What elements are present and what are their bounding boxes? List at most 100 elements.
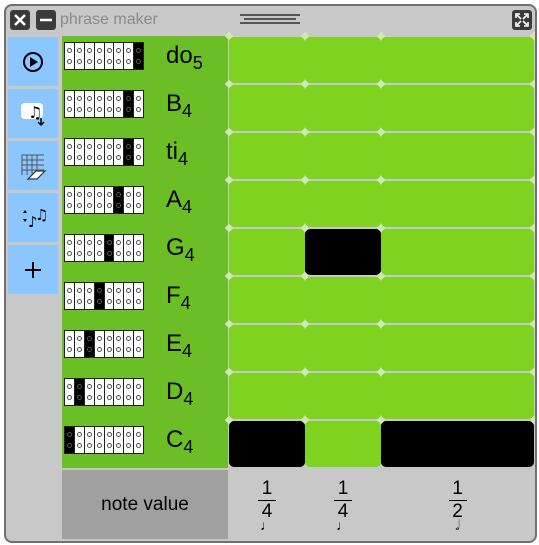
pitch-name: D4 [166,378,193,410]
pitch-row: ti4 [62,127,535,180]
piano-key [134,235,143,261]
grid-cell[interactable] [305,133,381,179]
piano-key [65,283,75,309]
drag-handle-icon[interactable] [240,14,300,24]
pitch-label[interactable]: C4 [62,420,228,468]
grid-cell[interactable] [229,373,305,419]
piano-key [105,139,115,165]
pitch-label[interactable]: do5 [62,36,228,84]
pitch-row: D4 [62,367,535,420]
piano-key [95,379,105,405]
piano-key [104,235,115,261]
piano-key [65,331,75,357]
note-value-label: note value [62,470,228,539]
piano-key [124,91,135,117]
piano-key [124,379,135,405]
grid-cell[interactable] [381,229,534,275]
pitch-octave: 4 [182,101,193,121]
grid-cell[interactable] [229,37,305,83]
grid-cell[interactable] [229,133,305,179]
piano-key [65,139,75,165]
note-value-cell[interactable]: 1 2 𝅗𝅥 [381,470,534,539]
pitch-label[interactable]: A4 [62,180,228,228]
piano-keyboard-icon [64,282,144,310]
grid-cell[interactable] [305,421,381,467]
play-button[interactable] [8,37,58,86]
grid-cell[interactable] [229,181,305,227]
grid-cell[interactable] [305,277,381,323]
pitch-label[interactable]: E4 [62,324,228,372]
piano-key [85,43,95,69]
grid-cell[interactable] [381,85,534,131]
pitch-name: A4 [166,186,192,218]
pitch-label[interactable]: ti4 [62,132,228,180]
sort-button[interactable]: ♪ ♫ [8,193,58,242]
quarter-note-icon: ♩ [260,517,274,533]
grid-cell[interactable] [381,37,534,83]
grid-cell[interactable] [381,373,534,419]
add-button[interactable] [8,245,58,294]
svg-text:♫: ♫ [28,103,42,122]
grid-cell[interactable] [305,37,381,83]
grid-cell[interactable] [381,277,534,323]
pitch-letter: G [166,234,185,261]
piano-key [105,427,115,453]
piano-keyboard-icon [64,234,144,262]
grid-cell[interactable] [381,325,534,371]
grid-cell[interactable] [305,85,381,131]
title-bar[interactable]: phrase maker [6,6,535,35]
grid-cell[interactable] [381,133,534,179]
piano-key [85,187,95,213]
pitch-label[interactable]: F4 [62,276,228,324]
pitch-label[interactable]: D4 [62,372,228,420]
pitch-row: E4 [62,319,535,372]
pitch-name: ti4 [166,138,188,170]
pitch-row: G4 [62,223,535,276]
sort-icon: ♪ ♫ [23,206,48,231]
pitch-name: do5 [166,42,203,74]
piano-key [75,235,85,261]
pitch-label[interactable]: B4 [62,84,228,132]
grid-cell[interactable] [305,229,381,275]
grid-cell[interactable] [229,325,305,371]
pitch-label[interactable]: G4 [62,228,228,276]
grid-cell[interactable] [305,181,381,227]
piano-keyboard-icon [64,426,144,454]
piano-key [85,91,95,117]
note-value-cell[interactable]: 1 4 ♩ [305,470,381,539]
piano-key [75,139,85,165]
pitch-letter: C [166,426,184,453]
note-value-cell[interactable]: 1 4 ♩ [229,470,305,539]
piano-key [134,427,143,453]
piano-key [105,331,115,357]
clear-button[interactable] [8,141,58,190]
piano-key [114,283,125,309]
pitch-letter: F [166,282,181,309]
expand-icon[interactable] [512,10,532,30]
grid-cell[interactable] [229,229,305,275]
piano-key [75,91,85,117]
piano-key [65,379,75,405]
close-icon[interactable] [10,10,30,30]
piano-key [124,187,135,213]
grid-cell[interactable] [381,421,534,467]
grid-cell[interactable] [229,277,305,323]
piano-key [95,91,105,117]
grid-cell[interactable] [229,85,305,131]
grid-cell[interactable] [381,181,534,227]
piano-keyboard-icon [64,138,144,166]
piano-key [74,379,85,405]
minimize-icon[interactable] [36,10,56,30]
piano-key [85,235,95,261]
piano-key [105,91,115,117]
phrase-maker-widget: phrase maker ♫ ♪ ♫ do5 B4 ti4 A4 G4 F4 E… [4,4,537,543]
piano-keyboard-icon [64,42,144,70]
grid-cell[interactable] [305,325,381,371]
piano-key [75,43,85,69]
plus-icon [25,262,41,278]
save-button[interactable]: ♫ [8,89,58,138]
piano-key [134,283,143,309]
piano-key [84,331,95,357]
grid-cell[interactable] [305,373,381,419]
grid-cell[interactable] [229,421,305,467]
